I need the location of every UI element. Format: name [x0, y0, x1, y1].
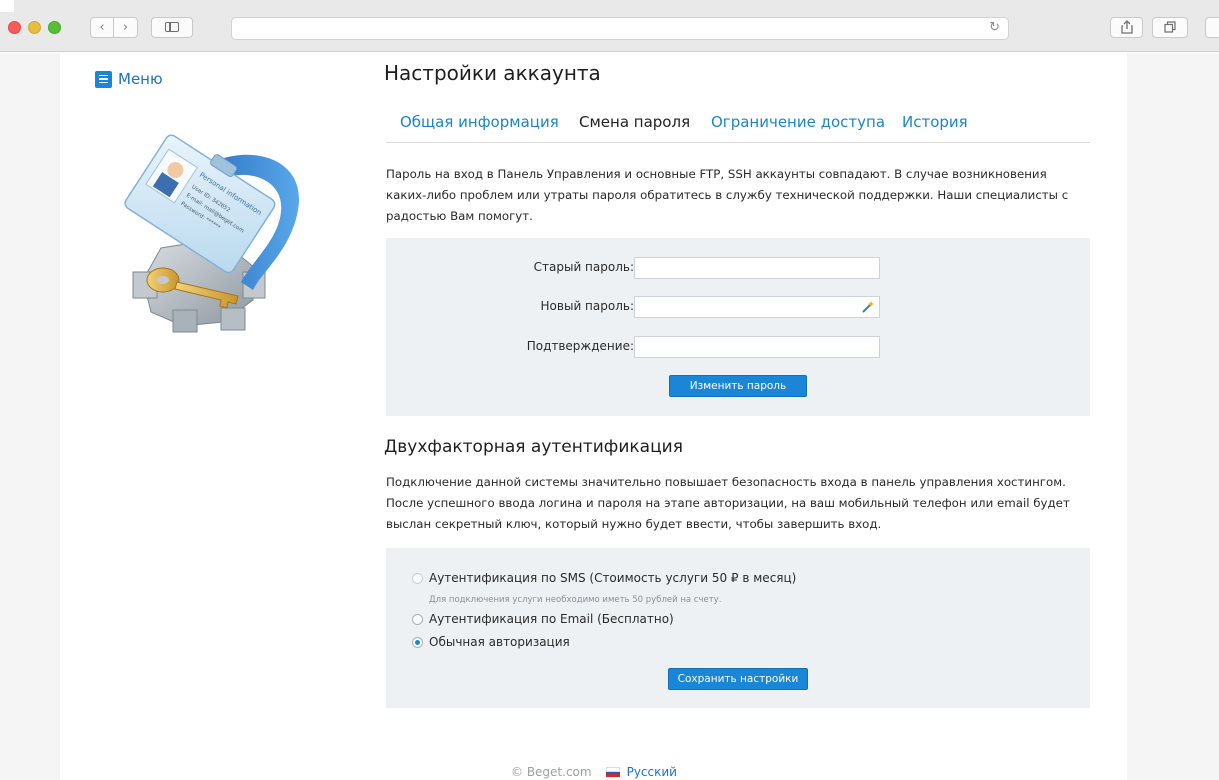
- share-icon: [1120, 20, 1133, 34]
- russian-flag-icon: [605, 767, 620, 778]
- page-margin-left: [0, 53, 60, 780]
- zoom-window-button[interactable]: [48, 21, 61, 34]
- confirm-password-row: Подтверждение:: [386, 336, 1090, 358]
- normal-auth-option[interactable]: Обычная авторизация: [412, 635, 570, 649]
- password-info-text: Пароль на вход в Панель Управления и осн…: [386, 167, 1069, 223]
- tab-change-password[interactable]: Смена пароля: [579, 113, 690, 131]
- minimize-window-button[interactable]: [28, 21, 41, 34]
- page-margin-right: [1127, 53, 1219, 780]
- settings-tabs: Общая информация Смена пароля Ограничени…: [386, 107, 1090, 143]
- close-window-button[interactable]: [8, 21, 21, 34]
- new-tab-button[interactable]: [1205, 17, 1219, 38]
- email-auth-option[interactable]: Аутентификация по Email (Бесплатно): [412, 612, 674, 626]
- share-button[interactable]: [1110, 17, 1143, 38]
- tab-general-info[interactable]: Общая информация: [400, 113, 559, 131]
- magic-wand-icon[interactable]: [861, 300, 875, 314]
- old-password-row: Старый пароль:: [386, 257, 1090, 279]
- email-auth-label: Аутентификация по Email (Бесплатно): [429, 612, 674, 626]
- password-change-panel: Старый пароль: Новый пароль: Подтвержден…: [386, 238, 1090, 416]
- reload-icon[interactable]: ↻: [989, 20, 1000, 35]
- copyright-text: © Beget.com: [511, 765, 592, 779]
- chevron-left-icon: ‹: [99, 20, 105, 35]
- confirm-password-input[interactable]: [634, 336, 880, 358]
- menu-link[interactable]: Меню: [95, 70, 163, 88]
- save-settings-button[interactable]: Сохранить настройки: [668, 668, 808, 690]
- two-factor-panel: Аутентификация по SMS (Стоимость услуги …: [386, 548, 1090, 708]
- sidebar-icon: [165, 22, 179, 32]
- old-password-input[interactable]: [634, 257, 880, 279]
- window-corner: [0, 0, 14, 12]
- old-password-label: Старый пароль:: [533, 260, 634, 274]
- page-title: Настройки аккаунта: [384, 61, 601, 85]
- normal-auth-radio[interactable]: [412, 636, 423, 648]
- tabs-icon: [1164, 21, 1176, 33]
- new-password-row: Новый пароль:: [386, 296, 1090, 318]
- sms-auth-radio[interactable]: [412, 572, 423, 584]
- menu-icon: [95, 70, 112, 88]
- email-auth-radio[interactable]: [412, 613, 423, 625]
- browser-toolbar: ‹ › ↻: [0, 0, 1219, 52]
- tabs-overview-button[interactable]: [1152, 17, 1188, 38]
- forward-button[interactable]: ›: [114, 17, 138, 38]
- sms-auth-label: Аутентификация по SMS (Стоимость услуги …: [429, 571, 797, 585]
- two-factor-description: Подключение данной системы значительно п…: [386, 475, 1070, 531]
- menu-label: Меню: [118, 70, 163, 88]
- address-bar[interactable]: ↻: [231, 17, 1009, 40]
- tab-history[interactable]: История: [902, 113, 968, 131]
- normal-auth-label: Обычная авторизация: [429, 635, 570, 649]
- new-password-label: Новый пароль:: [540, 299, 634, 313]
- confirm-password-label: Подтверждение:: [526, 339, 634, 353]
- new-password-input[interactable]: [634, 296, 880, 318]
- change-password-button[interactable]: Изменить пароль: [669, 375, 807, 397]
- account-settings-illustration: Personal information User ID: 342652 E-m…: [124, 134, 300, 333]
- sms-auth-note: Для подключения услуги необходимо иметь …: [429, 595, 722, 605]
- language-link[interactable]: Русский: [627, 765, 677, 779]
- footer: © Beget.com Русский: [511, 765, 677, 779]
- sms-auth-option[interactable]: Аутентификация по SMS (Стоимость услуги …: [412, 571, 796, 585]
- two-factor-title: Двухфакторная аутентификация: [384, 437, 683, 457]
- back-button[interactable]: ‹: [90, 17, 114, 38]
- sidebar-toggle-button[interactable]: [151, 17, 193, 38]
- tab-access-restriction[interactable]: Ограничение доступа: [711, 113, 885, 131]
- chevron-right-icon: ›: [122, 20, 129, 35]
